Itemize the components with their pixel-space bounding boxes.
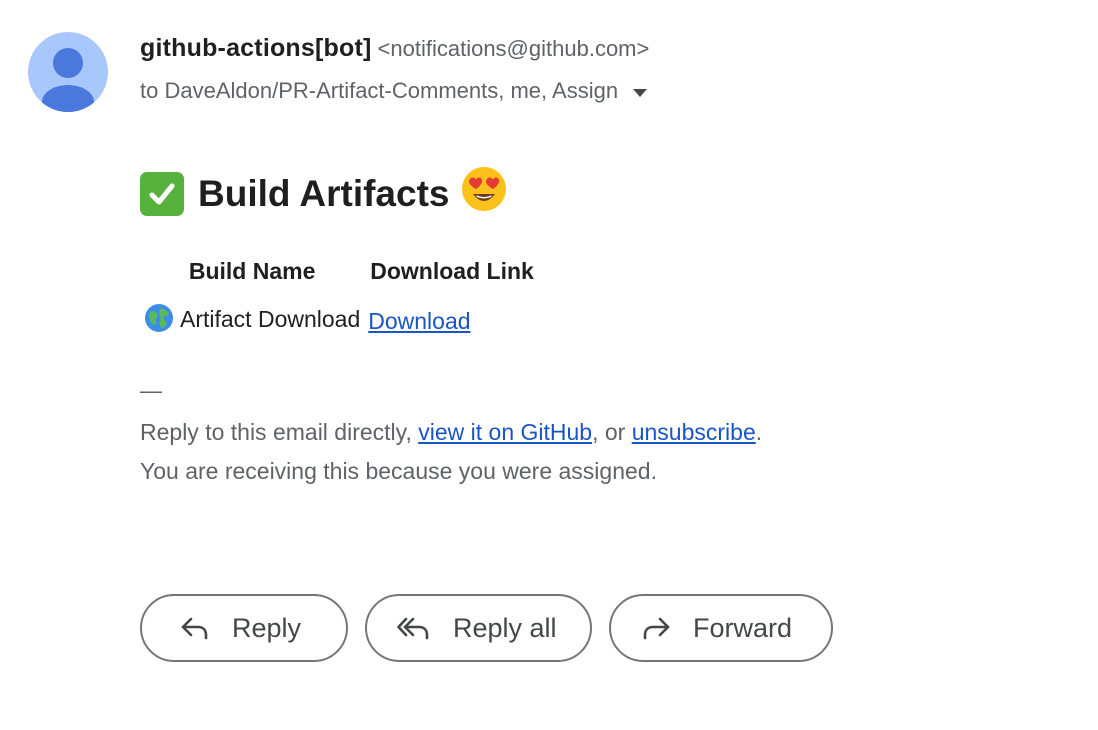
email-heading: Build Artifacts	[140, 166, 507, 221]
caret-down-icon[interactable]	[632, 78, 648, 104]
reply-button[interactable]: Reply	[140, 594, 348, 662]
reply-all-arrow-icon	[397, 617, 429, 640]
forward-button[interactable]: Forward	[609, 594, 833, 662]
artifact-name: Artifact Download	[180, 306, 361, 332]
white-check-mark-icon	[140, 171, 184, 216]
footer-reason: You are receiving this because you were …	[140, 458, 657, 484]
download-link[interactable]: Download	[368, 308, 470, 334]
download-link-cell: Download	[364, 303, 538, 339]
email-view: github-actions[bot] <notifications@github…	[0, 0, 1098, 730]
table-header-row: Build Name Download Link	[140, 258, 538, 303]
footer-reply-line: Reply to this email directly, view it on…	[140, 419, 762, 446]
artifacts-table: Build Name Download Link Artifact Downlo…	[140, 258, 538, 339]
unsubscribe-link[interactable]: unsubscribe	[632, 419, 756, 445]
sender-email: <notifications@github.com>	[377, 36, 650, 61]
reply-label: Reply	[232, 612, 302, 643]
forward-label: Forward	[693, 612, 793, 643]
forward-arrow-icon	[643, 617, 670, 640]
reply-all-button[interactable]: Reply all	[365, 594, 592, 662]
column-header-build-name: Build Name	[188, 258, 316, 284]
person-icon	[42, 48, 94, 112]
globe-icon	[144, 303, 174, 339]
recipients-text: to DaveAldon/PR-Artifact-Comments, me, A…	[140, 78, 619, 103]
action-buttons: Reply Reply all Forward	[140, 594, 850, 662]
table-row: Artifact Download Download	[140, 303, 538, 339]
footer-middle: , or	[592, 419, 632, 445]
view-on-github-link[interactable]: view it on GitHub	[418, 419, 592, 445]
footer-prefix: Reply to this email directly,	[140, 419, 419, 445]
reply-arrow-icon	[181, 617, 208, 640]
reply-all-label: Reply all	[453, 612, 557, 643]
sender-line: github-actions[bot] <notifications@github…	[140, 34, 649, 63]
signature-divider: —	[140, 378, 162, 403]
heading-text: Build Artifacts	[198, 172, 450, 214]
heart-eyes-face-icon	[461, 166, 507, 221]
sender-name[interactable]: github-actions[bot]	[140, 34, 372, 62]
build-name-cell: Artifact Download	[140, 303, 364, 339]
footer-suffix: .	[755, 419, 763, 445]
avatar[interactable]	[28, 32, 108, 112]
recipients-line: to DaveAldon/PR-Artifact-Comments, me, A…	[140, 78, 648, 104]
column-header-download-link: Download Link	[370, 258, 534, 284]
